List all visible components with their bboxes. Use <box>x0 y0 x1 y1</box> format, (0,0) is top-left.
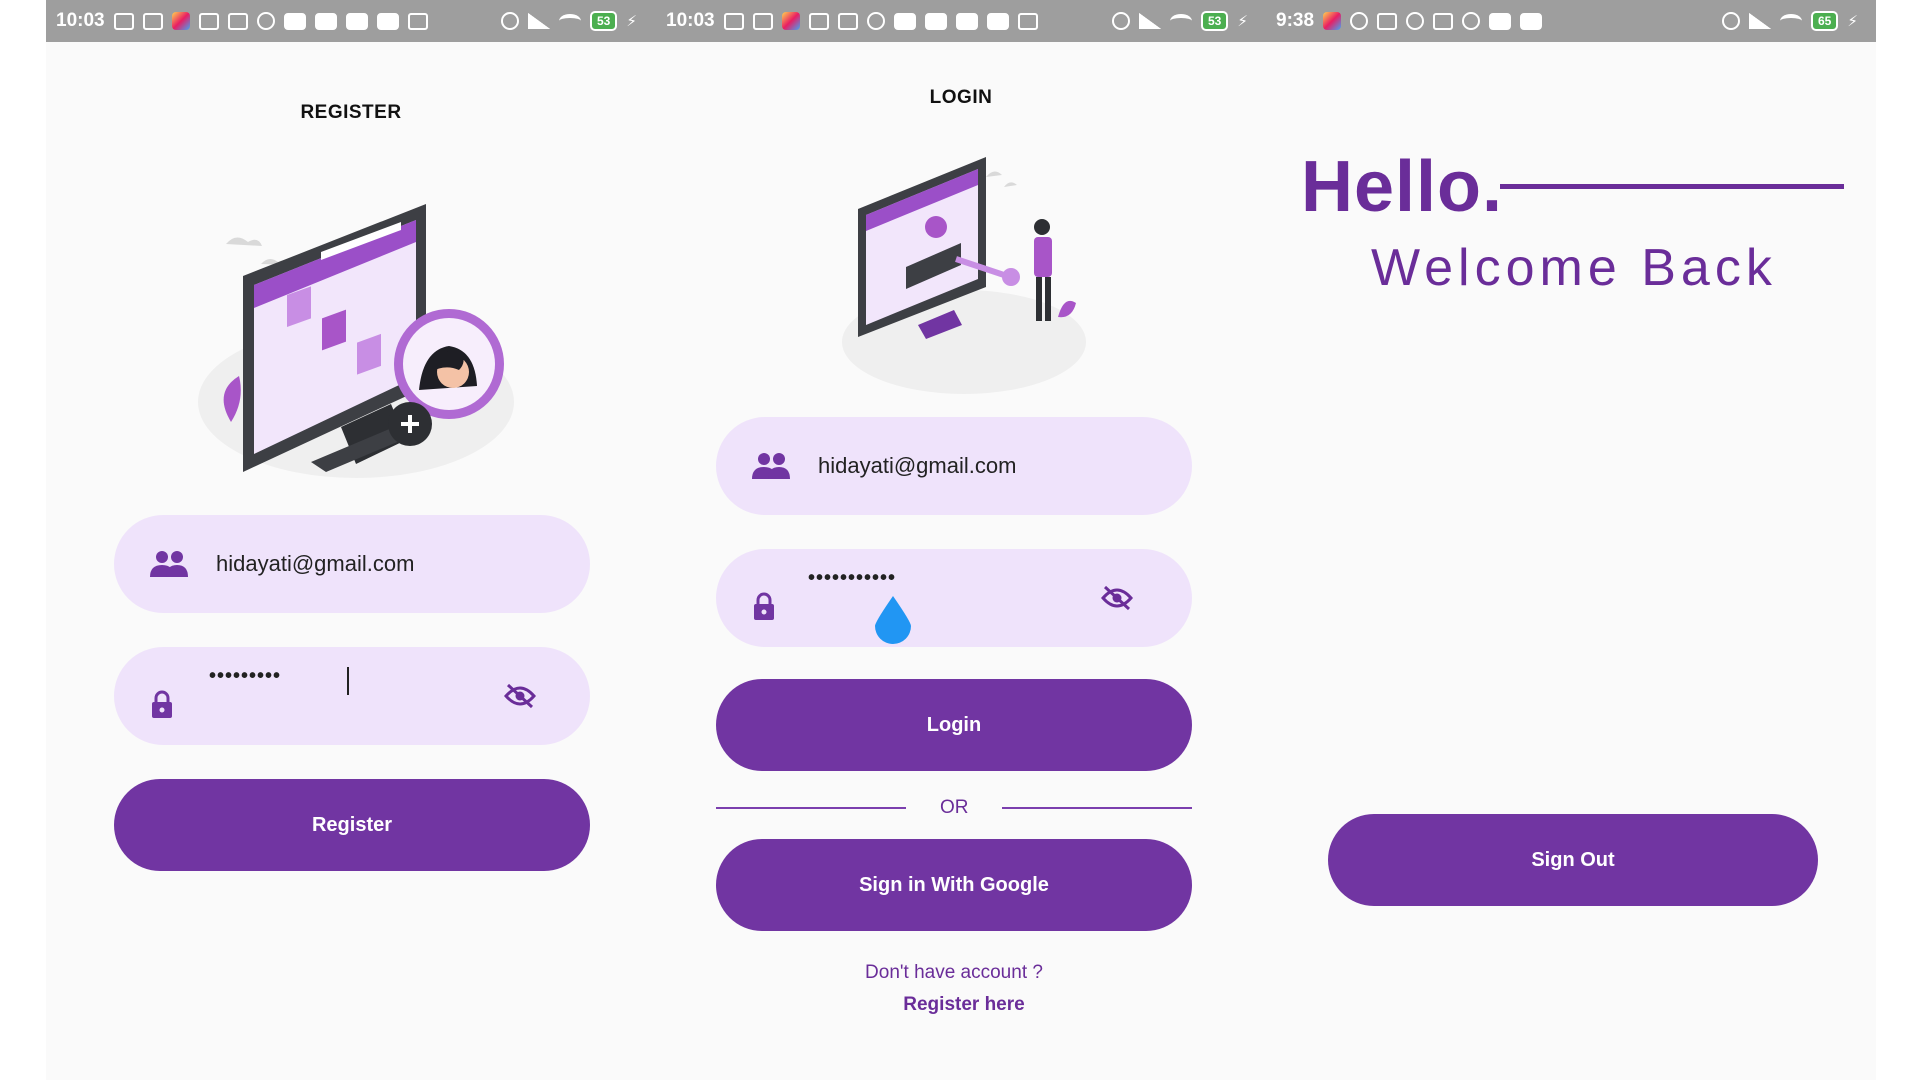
signal-icon <box>1749 13 1771 29</box>
alarm-icon <box>501 12 519 30</box>
register-button[interactable]: Register <box>114 779 590 871</box>
status-right-login: 53 ⚡ <box>1112 0 1248 42</box>
mail-icon <box>142 12 163 30</box>
status-time: 10:03 <box>56 10 105 31</box>
status-right-register: 53 ⚡ <box>501 0 637 42</box>
instagram-icon <box>866 12 885 30</box>
login-title: LOGIN <box>929 87 993 108</box>
youtube-icon <box>893 12 916 30</box>
battery-icon: 65 <box>1811 11 1839 31</box>
alarm-icon <box>1722 12 1740 30</box>
separator-or: OR <box>940 797 969 818</box>
google-signin-button[interactable]: Sign in With Google <box>716 839 1192 931</box>
separator-line-right <box>1002 807 1192 809</box>
login-password-value: ••••••••••• <box>808 567 897 589</box>
register-title: REGISTER <box>300 102 402 123</box>
no-account-prompt: Don't have account ? <box>865 962 1043 983</box>
greeting-underline <box>1500 184 1844 189</box>
battery-icon: 53 <box>1201 11 1229 31</box>
n-app-icon <box>198 12 219 30</box>
register-password-field[interactable]: ••••••••• <box>114 647 590 745</box>
status-bar: 10:03 53 ⚡ 10:03 53 ⚡ 9:38 65 ⚡ <box>46 0 1876 42</box>
battery-icon: 53 <box>590 11 618 31</box>
status-segment-home: 9:38 <box>1276 0 1543 42</box>
status-time: 10:03 <box>666 10 715 31</box>
sign-out-button[interactable]: Sign Out <box>1328 814 1818 906</box>
play-store-icon <box>407 12 428 30</box>
photos-icon <box>1323 12 1342 30</box>
text-cursor <box>347 667 349 695</box>
wifi-icon <box>559 14 581 28</box>
status-segment-register: 10:03 <box>56 0 428 42</box>
register-here-link[interactable]: Register here <box>726 994 1202 1016</box>
mail-icon <box>752 12 773 30</box>
youtube-icon <box>1520 12 1543 30</box>
trash-icon <box>227 12 248 30</box>
cloud-icon <box>1462 12 1481 30</box>
separator-line-left <box>716 807 906 809</box>
login-email-value: hidayati@gmail.com <box>818 453 1017 478</box>
wifi-icon <box>1780 14 1802 28</box>
wifi-icon <box>1170 14 1192 28</box>
lock-icon <box>754 592 774 620</box>
eye-off-icon[interactable] <box>504 683 536 709</box>
welcome-subtitle: Welcome Back <box>1371 239 1777 297</box>
youtube-icon <box>376 12 399 30</box>
youtube-icon <box>283 12 306 30</box>
alarm-icon <box>1350 12 1369 30</box>
youtube-icon <box>924 12 947 30</box>
screenshot-frame: 10:03 53 ⚡ 10:03 53 ⚡ 9:38 65 ⚡ REGISTER… <box>46 0 1876 1080</box>
login-screen: LOGIN hidayati@gmail.com ••••••••••• Log… <box>656 42 1266 1080</box>
lock-icon <box>152 690 172 718</box>
signal-icon <box>1139 13 1161 29</box>
greeting-title: Hello. <box>1301 147 1504 227</box>
people-icon <box>752 453 790 479</box>
youtube-icon <box>314 12 337 30</box>
status-time: 9:38 <box>1276 10 1315 31</box>
n-app-icon <box>1377 12 1398 30</box>
status-right-home: 65 ⚡ <box>1722 0 1858 42</box>
instagram-icon <box>256 12 275 30</box>
photos-icon <box>171 12 190 30</box>
notification-icon <box>723 12 744 30</box>
play-store-icon <box>1017 12 1038 30</box>
signal-icon <box>528 13 550 29</box>
eye-off-icon[interactable] <box>1101 585 1133 611</box>
charging-icon: ⚡ <box>1237 13 1248 30</box>
register-password-value: ••••••••• <box>209 665 282 687</box>
trash-icon <box>1433 12 1454 30</box>
youtube-icon <box>1489 12 1512 30</box>
login-illustration <box>842 157 1086 394</box>
photos-icon <box>781 12 800 30</box>
charging-icon: ⚡ <box>626 13 637 30</box>
register-screen: REGISTER hidayati@gmail.com ••••••••• Re… <box>46 42 656 1080</box>
notification-icon <box>113 12 134 30</box>
register-illustration <box>198 204 514 478</box>
instagram-icon <box>1406 12 1425 30</box>
register-email-value: hidayati@gmail.com <box>216 551 415 576</box>
login-button[interactable]: Login <box>716 679 1192 771</box>
youtube-icon <box>955 12 978 30</box>
charging-icon: ⚡ <box>1847 13 1858 30</box>
home-screen: Hello. Welcome Back Sign Out <box>1266 42 1876 1080</box>
youtube-icon <box>345 12 368 30</box>
people-icon <box>150 551 188 577</box>
youtube-icon <box>986 12 1009 30</box>
text-selection-handle[interactable] <box>873 594 913 644</box>
n-app-icon <box>808 12 829 30</box>
login-email-field[interactable]: hidayati@gmail.com <box>716 417 1192 515</box>
login-password-field[interactable]: ••••••••••• <box>716 549 1192 647</box>
register-email-field[interactable]: hidayati@gmail.com <box>114 515 590 613</box>
status-segment-login: 10:03 <box>666 0 1038 42</box>
alarm-icon <box>1112 12 1130 30</box>
trash-icon <box>837 12 858 30</box>
